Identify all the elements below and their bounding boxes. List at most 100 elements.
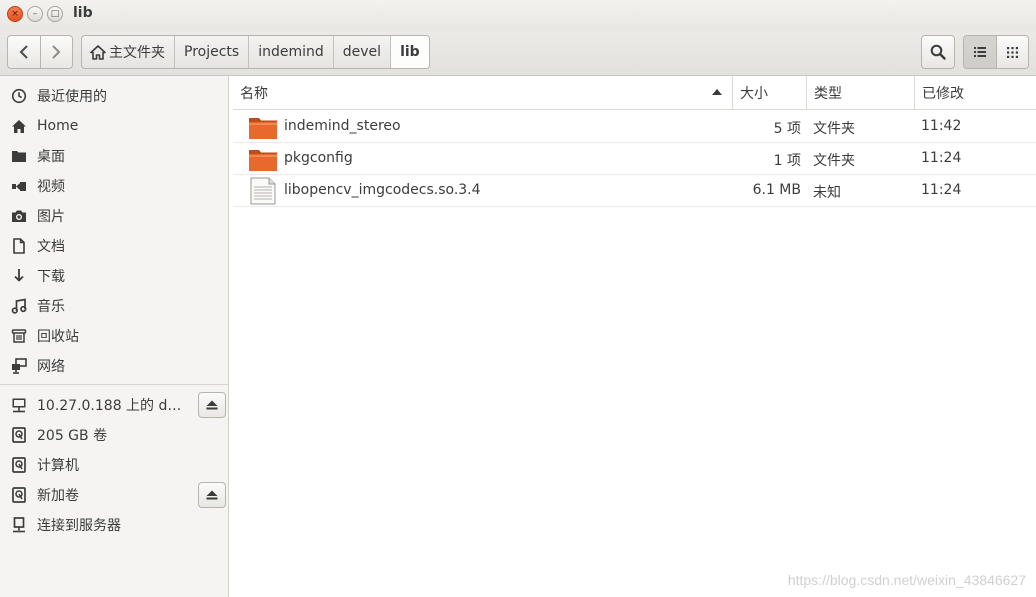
column-header-label: 类型 xyxy=(814,85,842,102)
maximize-icon: □ xyxy=(50,8,60,19)
file-type: 文件夹 xyxy=(813,121,855,137)
drive-icon xyxy=(10,487,27,504)
drive-icon xyxy=(10,427,27,444)
network-drive-icon xyxy=(10,397,27,414)
sort-ascending-icon xyxy=(712,89,722,95)
sidebar-item-label: 10.27.0.188 上的 dat... xyxy=(37,398,189,414)
sidebar-item-label: 计算机 xyxy=(37,458,79,474)
column-header-modified[interactable]: 已修改 xyxy=(915,76,1036,110)
breadcrumb-label: lib xyxy=(400,44,420,60)
sidebar-item-music[interactable]: 音乐 xyxy=(0,291,228,321)
minimize-icon: – xyxy=(32,8,38,19)
watermark: https://blog.csdn.net/weixin_43846627 xyxy=(787,572,1026,588)
sidebar-item-recent[interactable]: 最近使用的 xyxy=(0,81,228,111)
table-row[interactable]: pkgconfig 1 项 文件夹 11:24 xyxy=(233,143,1036,175)
home-icon xyxy=(90,44,106,60)
breadcrumb-projects[interactable]: Projects xyxy=(175,36,250,68)
table-row[interactable]: indemind_stereo 5 项 文件夹 11:42 xyxy=(233,111,1036,143)
chevron-right-icon xyxy=(52,45,61,59)
document-icon xyxy=(10,238,27,255)
file-modified: 11:24 xyxy=(921,182,962,198)
forward-button[interactable] xyxy=(39,36,73,68)
column-header-type[interactable]: 类型 xyxy=(807,76,915,110)
view-mode-buttons xyxy=(963,35,1029,69)
drive-icon xyxy=(10,457,27,474)
text-file-icon xyxy=(248,177,278,205)
column-header-label: 已修改 xyxy=(922,85,964,102)
table-row[interactable]: libopencv_imgcodecs.so.3.4 6.1 MB 未知 11:… xyxy=(233,175,1036,207)
sidebar-item-videos[interactable]: 视频 xyxy=(0,171,228,201)
sidebar-item-desktop[interactable]: 桌面 xyxy=(0,141,228,171)
breadcrumb: 主文件夹 Projects indemind devel lib xyxy=(81,35,430,69)
toolbar: 主文件夹 Projects indemind devel lib xyxy=(0,30,1036,76)
close-icon: × xyxy=(11,8,19,19)
folder-icon xyxy=(10,148,27,165)
sidebar-item-connect-server[interactable]: 连接到服务器 xyxy=(0,510,228,540)
list-view-button[interactable] xyxy=(964,36,996,68)
grid-view-button[interactable] xyxy=(995,36,1028,68)
sidebar-item-label: 连接到服务器 xyxy=(37,518,121,534)
folder-icon xyxy=(248,147,278,172)
title-bar: × – □ lib xyxy=(0,0,1036,30)
sidebar-item-205gb-volume[interactable]: 205 GB 卷 xyxy=(0,420,228,450)
sidebar-item-label: 最近使用的 xyxy=(37,89,107,105)
file-size: 1 项 xyxy=(773,153,801,169)
sidebar-item-trash[interactable]: 回收站 xyxy=(0,321,228,351)
breadcrumb-home[interactable]: 主文件夹 xyxy=(82,36,175,68)
file-name: pkgconfig xyxy=(284,150,353,166)
sidebar: 最近使用的 Home 桌面 视频 图片 文档 下载 音乐 回收站 网络 10.2… xyxy=(0,76,229,597)
file-list: 名称 大小 类型 已修改 indemind_stereo 5 项 文件夹 11:… xyxy=(233,76,1036,597)
sidebar-item-label: 下载 xyxy=(37,269,65,285)
sidebar-item-label: 回收站 xyxy=(37,329,79,345)
sidebar-item-label: 205 GB 卷 xyxy=(37,428,108,444)
column-header-size[interactable]: 大小 xyxy=(733,76,807,110)
sidebar-item-network-drive[interactable]: 10.27.0.188 上的 dat... xyxy=(0,390,228,420)
search-button[interactable] xyxy=(921,35,955,69)
search-icon xyxy=(930,44,946,60)
network-icon xyxy=(10,358,27,375)
sidebar-item-documents[interactable]: 文档 xyxy=(0,231,228,261)
list-view-icon xyxy=(973,47,986,57)
sidebar-item-network[interactable]: 网络 xyxy=(0,351,228,381)
maximize-window-button[interactable]: □ xyxy=(47,6,63,22)
sidebar-item-label: 音乐 xyxy=(37,299,65,315)
sidebar-item-pictures[interactable]: 图片 xyxy=(0,201,228,231)
sidebar-item-label: 图片 xyxy=(37,209,65,225)
breadcrumb-indemind[interactable]: indemind xyxy=(249,36,334,68)
home-icon xyxy=(10,118,27,135)
sidebar-item-label: 视频 xyxy=(37,179,65,195)
eject-icon xyxy=(206,490,218,500)
grid-view-icon xyxy=(1006,46,1018,58)
back-button[interactable] xyxy=(8,36,40,68)
eject-button[interactable] xyxy=(198,392,226,418)
breadcrumb-label: Projects xyxy=(184,44,240,60)
column-header-label: 名称 xyxy=(240,85,268,102)
sidebar-item-label: 文档 xyxy=(37,239,65,255)
close-window-button[interactable]: × xyxy=(7,6,23,22)
sidebar-item-computer[interactable]: 计算机 xyxy=(0,450,228,480)
music-icon xyxy=(10,298,27,315)
camera-icon xyxy=(10,208,27,225)
eject-icon xyxy=(206,400,218,410)
file-modified: 11:42 xyxy=(921,118,962,134)
minimize-window-button[interactable]: – xyxy=(27,6,43,22)
file-name: indemind_stereo xyxy=(284,118,401,134)
clock-icon xyxy=(10,88,27,105)
sidebar-item-downloads[interactable]: 下载 xyxy=(0,261,228,291)
window-title: lib xyxy=(73,5,93,21)
breadcrumb-label: devel xyxy=(342,44,382,60)
file-type: 未知 xyxy=(813,185,841,201)
sidebar-item-label: 网络 xyxy=(37,359,65,375)
breadcrumb-lib[interactable]: lib xyxy=(391,36,429,68)
sidebar-item-new-volume[interactable]: 新加卷 xyxy=(0,480,228,510)
sidebar-item-label: Home xyxy=(37,118,79,134)
eject-button[interactable] xyxy=(198,482,226,508)
video-icon xyxy=(10,178,27,195)
sidebar-item-home[interactable]: Home xyxy=(0,111,228,141)
column-header-name[interactable]: 名称 xyxy=(233,76,733,110)
breadcrumb-devel[interactable]: devel xyxy=(334,36,392,68)
column-header-label: 大小 xyxy=(740,85,768,102)
sidebar-divider xyxy=(0,384,228,385)
trash-icon xyxy=(10,328,27,345)
sidebar-item-label: 桌面 xyxy=(37,149,65,165)
